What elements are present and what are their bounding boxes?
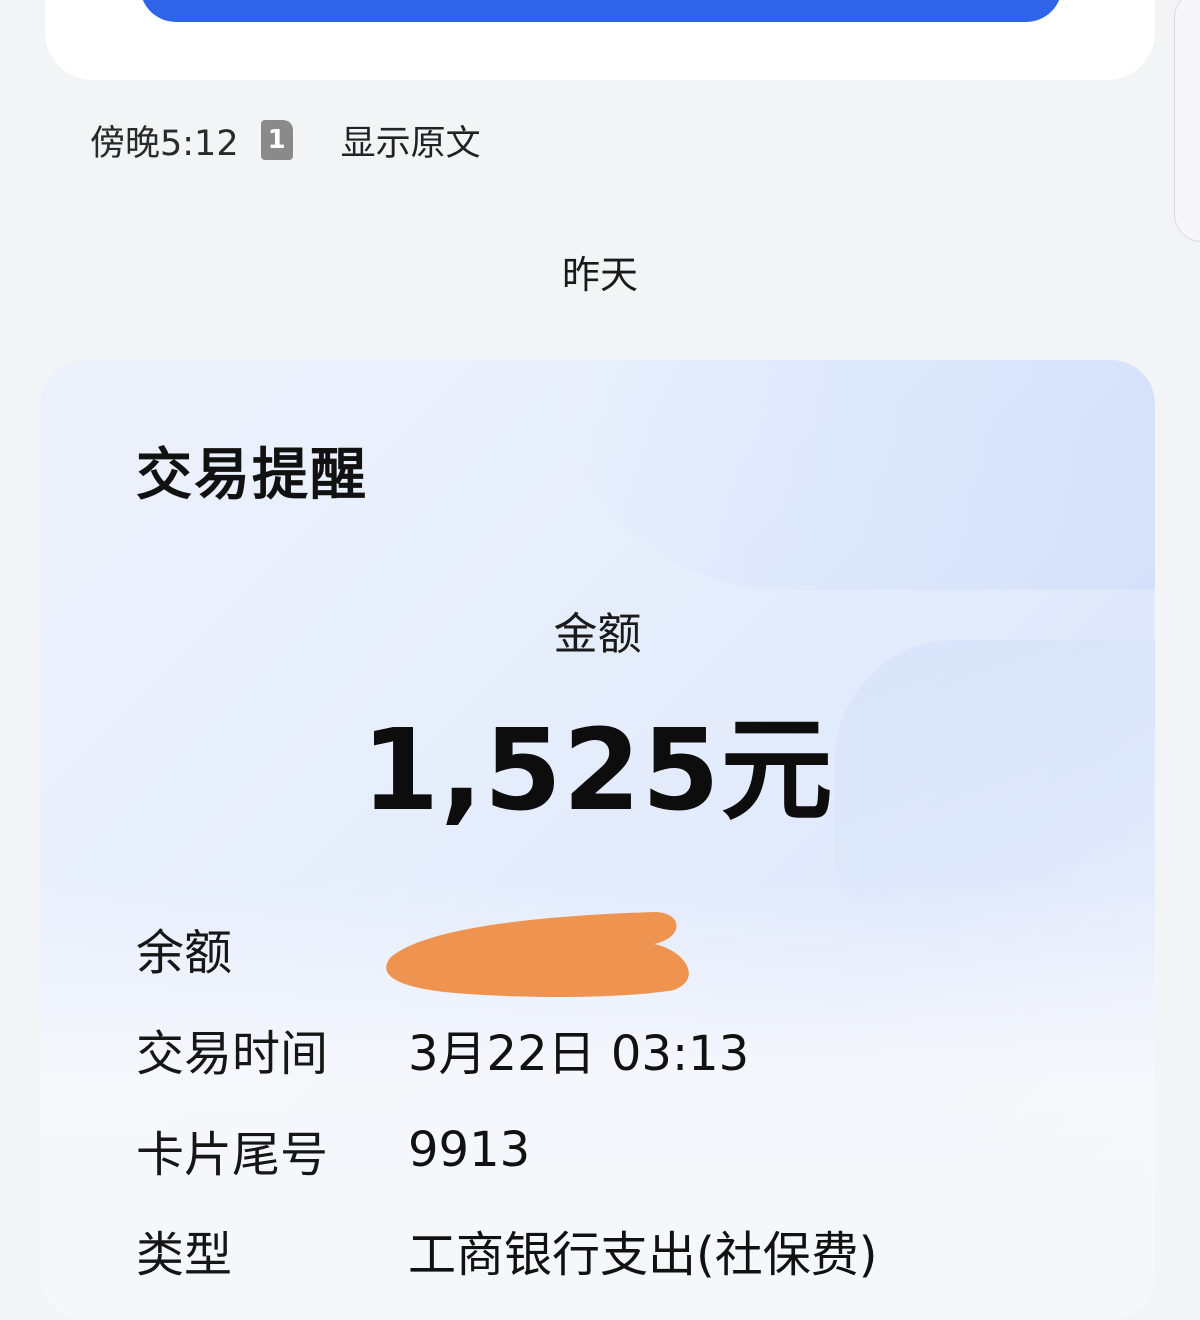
- field-value: 9913: [408, 1122, 531, 1178]
- field-row-type: 类型 工商银行支出(社保费): [136, 1215, 877, 1285]
- field-value: 3月22日 03:13: [408, 1026, 750, 1082]
- redaction-scribble: [386, 912, 689, 997]
- field-label: 卡片尾号: [136, 1127, 329, 1183]
- message-meta: 傍晚5:12 1 显示原文: [90, 116, 481, 164]
- field-value: 工商银行支出(社保费): [408, 1227, 878, 1283]
- message-time: 傍晚5:12: [90, 123, 239, 164]
- sim-card-icon: 1: [260, 120, 293, 160]
- show-original-link[interactable]: 显示原文: [341, 115, 481, 166]
- field-row-card-tail: 卡片尾号 9913: [136, 1115, 530, 1185]
- scroll-edge: [1174, 0, 1200, 242]
- amount-label: 金额: [553, 609, 642, 660]
- card-decoration: [555, 360, 1155, 590]
- field-label: 余额: [136, 925, 233, 981]
- card-title: 交易提醒: [136, 443, 368, 508]
- amount-value: 1,525元: [361, 706, 834, 836]
- field-label: 交易时间: [136, 1026, 329, 1082]
- action-button[interactable]: [140, 0, 1062, 22]
- field-label: 类型: [136, 1227, 233, 1283]
- field-row-transaction-time: 交易时间 3月22日 03:13: [136, 1014, 749, 1084]
- date-separator: 昨天: [561, 253, 638, 297]
- previous-message-card: [45, 0, 1155, 80]
- field-row-balance: 余额: [136, 913, 408, 983]
- transaction-alert-card[interactable]: 交易提醒 金额 1,525元 余额 交易时间 3月22日 03:13 卡片尾号 …: [40, 360, 1155, 1320]
